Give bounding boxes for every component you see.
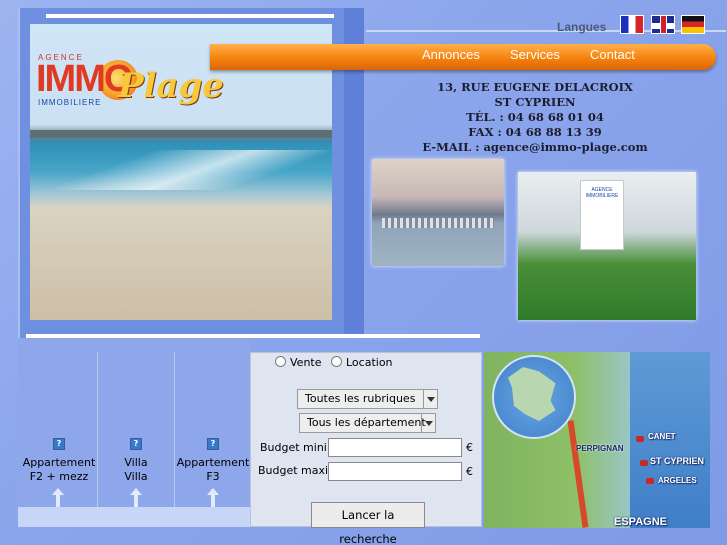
property-type: Villa [124,456,148,469]
divider-top [46,14,334,18]
address-city: ST CYPRIEN [494,95,576,109]
map-label-canet: CANET [648,432,676,441]
property-type: Appartement [176,456,250,469]
currency-label: € [466,441,473,454]
search-button[interactable]: Lancer la recherche [311,502,425,545]
germany-flag-icon[interactable] [681,15,705,34]
department-select-value: Tous les département [307,416,426,429]
arrow-up-icon [126,488,146,508]
property-detail: F3 [206,470,220,483]
nav-contact[interactable]: Contact [590,47,635,62]
map-label-argeles: ARGELES [658,476,697,485]
budget-min-input[interactable] [328,438,462,457]
uk-flag-icon[interactable] [651,15,675,34]
broken-image-icon: ? [130,438,142,450]
broken-image-icon: ? [207,438,219,450]
nav-annonces[interactable]: Annonces [422,47,480,62]
radio-vente[interactable] [275,356,286,367]
nav-services[interactable]: Services [510,47,560,62]
agency-sign: AGENCE IMMOBILIERE [580,180,624,250]
address-block: 13, RUE EUGENE DELACROIX ST CYPRIEN TÉL.… [410,80,660,155]
logo-immobiliere-text: IMMOBILIERE [38,98,102,107]
property-item[interactable]: ? Appartement F3 [174,438,252,484]
property-detail: F2 + mezz [29,470,89,483]
category-select[interactable]: Toutes les rubriques [297,389,438,409]
panel-footer [18,507,250,527]
budget-min-label: Budget mini : [260,441,335,454]
languages-label: Langues [557,20,607,34]
column-divider [174,352,175,508]
property-item[interactable]: ? Villa Villa [97,438,175,484]
chevron-down-icon[interactable] [423,390,437,408]
category-select-value: Toutes les rubriques [305,392,416,405]
radio-location[interactable] [331,356,342,367]
france-flag-icon[interactable] [620,15,644,34]
address-fax: FAX : 04 68 88 13 39 [468,125,602,139]
marina-boats [382,218,494,228]
broken-image-icon: ? [53,438,65,450]
budget-max-label: Budget maxi : [258,464,336,477]
marina-photo [372,159,504,266]
map-marker-icon [646,478,654,484]
transaction-type-radios: Vente Location [275,356,399,369]
beach-wave [30,150,332,190]
map-label-perpignan: PERPIGNAN [576,444,624,453]
map-label-stcyprien: ST CYPRIEN [650,456,705,466]
logo-plage-text: Plage [118,66,224,106]
address-street: 13, RUE EUGENE DELACROIX [437,80,633,94]
radio-vente-label: Vente [290,356,322,369]
chevron-down-icon[interactable] [421,414,435,432]
map-label-espagne: ESPAGNE [614,516,667,528]
arrow-up-icon [203,488,223,508]
department-select[interactable]: Tous les département [299,413,436,433]
property-item[interactable]: ? Appartement F2 + mezz [20,438,98,484]
arrow-up-icon [48,488,68,508]
property-detail: Villa [124,470,148,483]
address-tel: TÉL. : 04 68 68 01 04 [466,110,604,124]
radio-location-label: Location [346,356,393,369]
address-email[interactable]: E-MAIL : agence@immo-plage.com [410,140,660,155]
map-marker-icon [636,436,644,442]
beach-jetty [30,130,332,138]
property-type: Appartement [22,456,96,469]
column-divider [97,352,98,508]
budget-max-input[interactable] [328,462,462,481]
currency-label: € [466,465,473,478]
map-marker-icon [640,460,648,466]
